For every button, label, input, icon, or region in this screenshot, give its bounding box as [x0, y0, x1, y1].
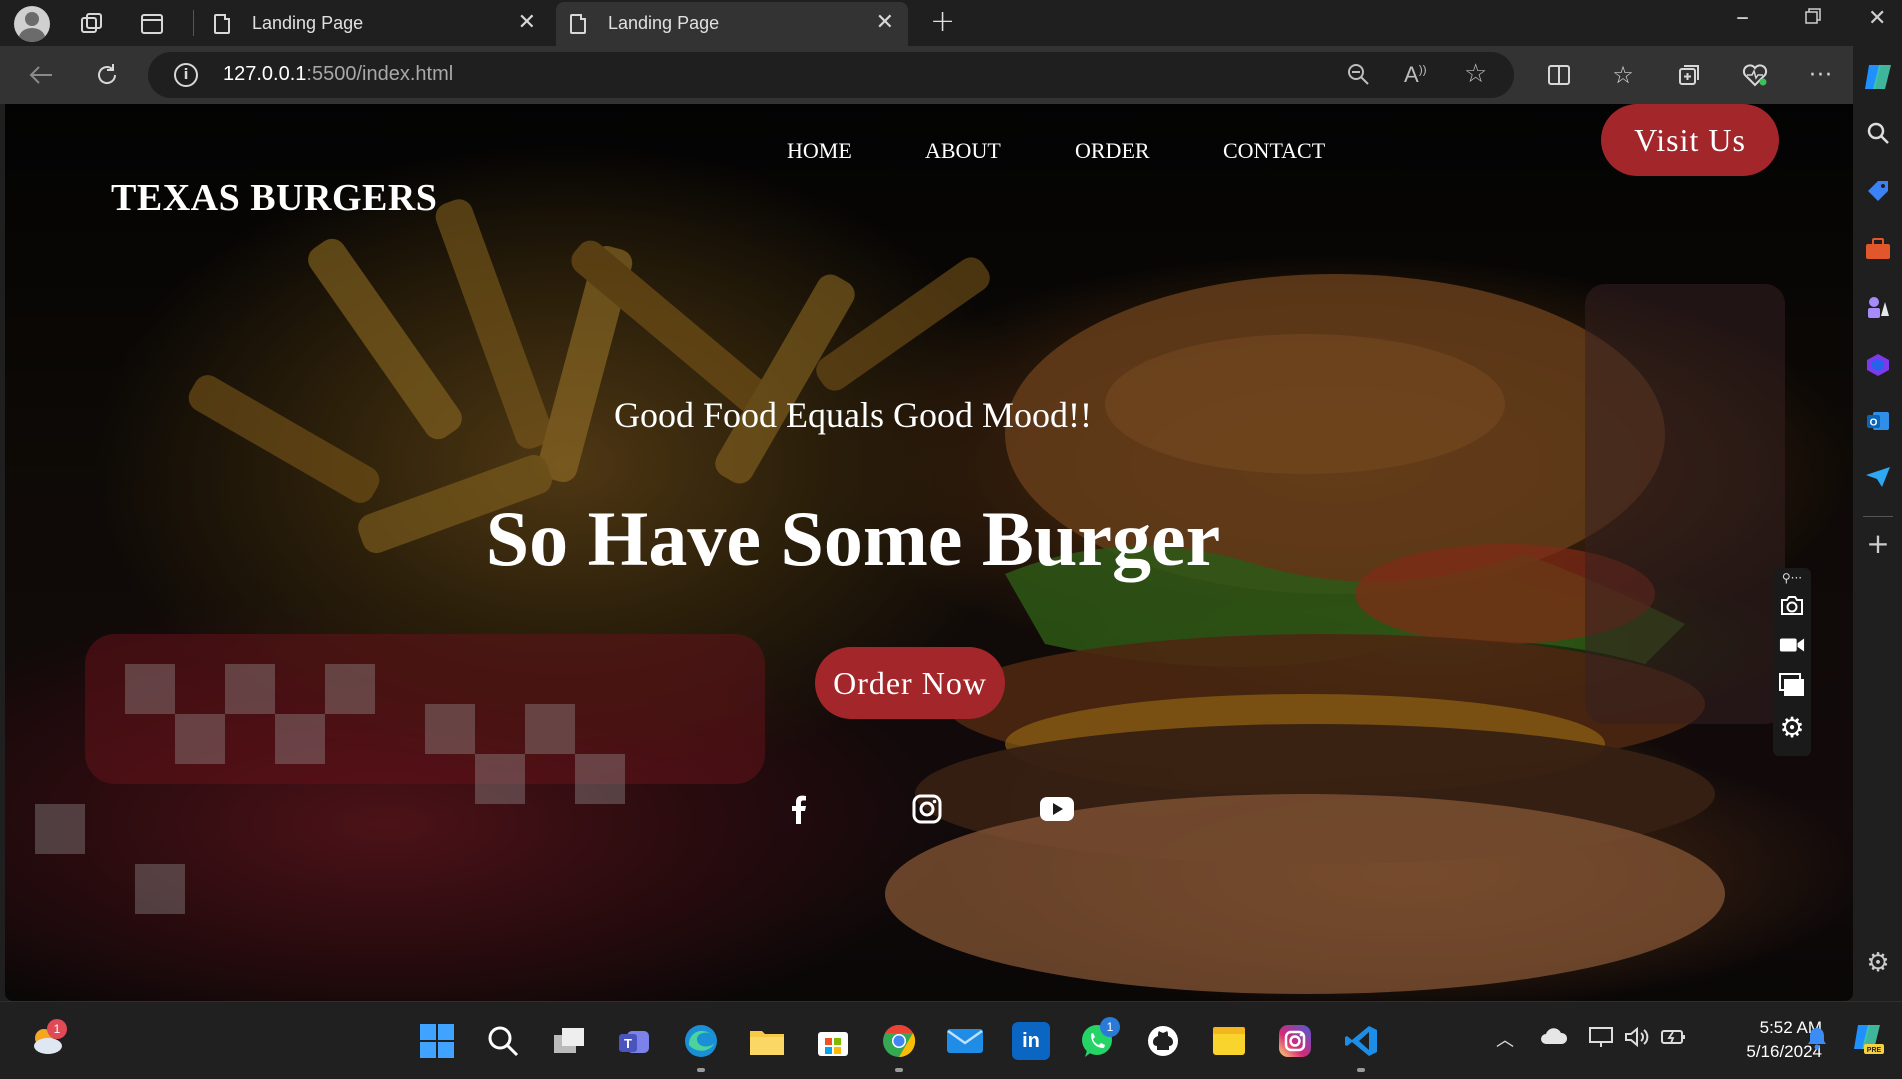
capture-toolbar: ⚲··· ⚙: [1773, 568, 1811, 756]
outlook-icon[interactable]: O: [1863, 406, 1893, 436]
mail-icon[interactable]: [946, 1022, 984, 1060]
edge-icon[interactable]: [682, 1022, 720, 1060]
address-bar[interactable]: i 127.0.0.1:5500/index.html A)) ☆: [148, 52, 1514, 98]
tab-landing-page-2[interactable]: Landing Page ✕: [556, 2, 908, 46]
battery-charging-icon[interactable]: [1660, 1026, 1688, 1053]
whatsapp-badge: 1: [1100, 1017, 1120, 1037]
weather-badge: 1: [47, 1019, 67, 1039]
chrome-running-indicator: [895, 1068, 903, 1072]
workspaces-icon[interactable]: [76, 8, 108, 40]
notification-bell-icon[interactable]: [1806, 1026, 1828, 1055]
shopping-tag-icon[interactable]: [1863, 176, 1893, 206]
svg-text:PRE: PRE: [1867, 1047, 1882, 1054]
settings-gear-icon[interactable]: ⚙: [1779, 711, 1805, 744]
show-hidden-icons-chevron[interactable]: ︿: [1496, 1026, 1514, 1052]
vscode-running-indicator: [1357, 1068, 1365, 1072]
nav-link-home[interactable]: HOME: [787, 138, 852, 164]
edge-sidebar: O + ⚙: [1853, 46, 1902, 1001]
document-icon: [214, 14, 230, 34]
hero-headline: So Have Some Burger: [485, 495, 1221, 582]
read-aloud-icon[interactable]: A)): [1404, 62, 1427, 88]
minimize-button[interactable]: –: [1736, 2, 1749, 32]
github-icon[interactable]: [1144, 1022, 1182, 1060]
onedrive-cloud-icon[interactable]: [1540, 1026, 1568, 1050]
task-view-icon[interactable]: [550, 1022, 588, 1060]
copilot-icon[interactable]: [1863, 62, 1893, 92]
tab-title: Landing Page: [608, 13, 720, 33]
favorite-star-icon[interactable]: ☆: [1464, 59, 1487, 89]
tab-title: Landing Page: [252, 13, 364, 33]
landing-page: TEXAS BURGERS HOME ABOUT ORDER CONTACT V…: [5, 104, 1853, 1001]
linkedin-icon[interactable]: in: [1012, 1022, 1050, 1060]
tab-landing-page-1[interactable]: Landing Page ✕: [200, 2, 550, 46]
add-sidebar-app-icon[interactable]: +: [1863, 527, 1893, 560]
svg-text:T: T: [624, 1036, 632, 1051]
browser-title-bar: Landing Page ✕ Landing Page ✕ + – ✕: [0, 0, 1902, 46]
nav-link-contact[interactable]: CONTACT: [1223, 138, 1325, 164]
restore-button[interactable]: [1804, 6, 1822, 31]
order-now-button[interactable]: Order Now: [815, 647, 1005, 719]
browser-essentials-icon[interactable]: [1738, 58, 1772, 92]
close-tab-icon[interactable]: ✕: [876, 10, 894, 35]
site-info-icon[interactable]: i: [174, 63, 198, 87]
instagram-icon[interactable]: [910, 792, 944, 826]
microsoft-365-icon[interactable]: [1863, 350, 1893, 380]
network-monitor-icon[interactable]: [1588, 1026, 1614, 1053]
favorites-icon[interactable]: ☆: [1606, 58, 1640, 92]
new-tab-button[interactable]: +: [930, 4, 955, 39]
microsoft-store-icon[interactable]: [814, 1022, 852, 1060]
document-icon: [570, 14, 586, 34]
refresh-icon[interactable]: [90, 58, 124, 92]
collections-icon[interactable]: [1672, 58, 1706, 92]
sidebar-settings-icon[interactable]: ⚙: [1863, 948, 1893, 978]
tab-separator: [193, 10, 194, 36]
capture-menu-icon[interactable]: ⚲···: [1779, 570, 1805, 586]
gallery-icon[interactable]: [1779, 672, 1805, 698]
vertical-tabs-icon[interactable]: [136, 8, 168, 40]
edge-running-indicator: [697, 1068, 705, 1072]
file-explorer-icon[interactable]: [748, 1022, 786, 1060]
url-text[interactable]: 127.0.0.1:5500/index.html: [223, 63, 453, 86]
windows-taskbar: 1 T in 1 ︿ 5:52 AM 5/16/2024 PRE: [0, 1001, 1902, 1079]
games-icon[interactable]: [1863, 292, 1893, 322]
taskbar-search-icon[interactable]: [484, 1022, 522, 1060]
zoom-out-icon[interactable]: [1346, 62, 1370, 92]
visit-us-button[interactable]: Visit Us: [1601, 104, 1779, 176]
windows-start-icon[interactable]: [418, 1022, 456, 1060]
send-icon[interactable]: [1863, 462, 1893, 492]
browser-toolbar: i 127.0.0.1:5500/index.html A)) ☆ ☆ ···: [0, 46, 1902, 104]
volume-icon[interactable]: [1624, 1026, 1650, 1053]
hero-tagline: Good Food Equals Good Mood!!: [614, 395, 1092, 435]
site-logo[interactable]: TEXAS BURGERS: [111, 176, 437, 220]
sidebar-divider: [1863, 516, 1893, 517]
vscode-icon[interactable]: [1342, 1022, 1380, 1060]
sticky-notes-icon[interactable]: [1210, 1022, 1248, 1060]
close-window-button[interactable]: ✕: [1868, 6, 1886, 31]
chrome-icon[interactable]: [880, 1022, 918, 1060]
video-camera-icon[interactable]: [1779, 632, 1805, 658]
tools-briefcase-icon[interactable]: [1863, 234, 1893, 264]
nav-link-about[interactable]: ABOUT: [925, 138, 1001, 164]
teams-icon[interactable]: T: [616, 1022, 654, 1060]
profile-avatar[interactable]: [14, 6, 50, 42]
youtube-icon[interactable]: [1040, 792, 1074, 826]
search-icon[interactable]: [1863, 118, 1893, 148]
close-tab-icon[interactable]: ✕: [518, 10, 536, 35]
svg-text:O: O: [1870, 418, 1878, 429]
nav-link-order[interactable]: ORDER: [1075, 138, 1150, 164]
back-arrow-icon[interactable]: [24, 58, 58, 92]
camera-icon[interactable]: [1779, 592, 1805, 618]
split-screen-icon[interactable]: [1542, 58, 1576, 92]
facebook-icon[interactable]: [781, 792, 815, 826]
instagram-app-icon[interactable]: [1276, 1022, 1314, 1060]
more-options-icon[interactable]: ···: [1804, 58, 1838, 92]
copilot-preview-icon[interactable]: PRE: [1852, 1022, 1886, 1061]
